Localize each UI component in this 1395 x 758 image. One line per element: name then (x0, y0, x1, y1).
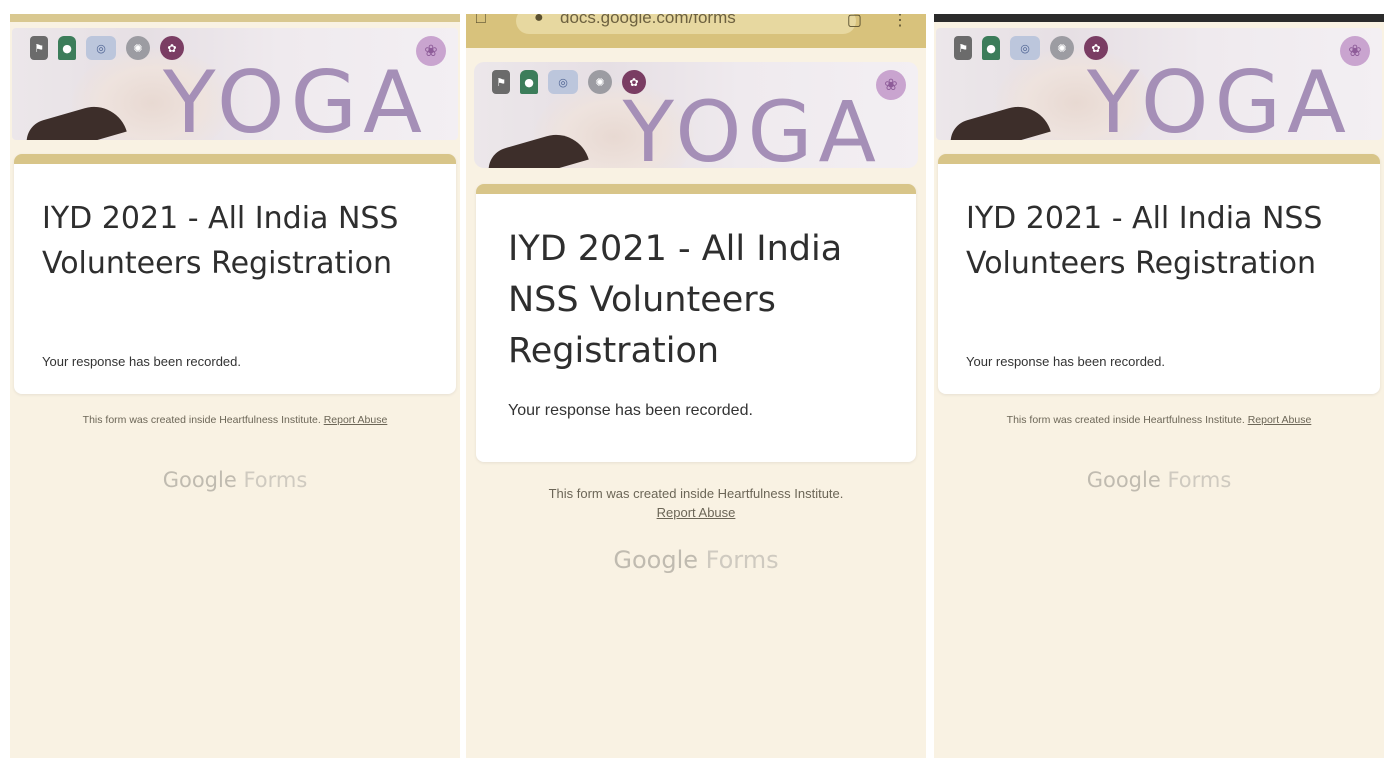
google-forms-logo[interactable]: Google Forms (466, 546, 926, 574)
more-menu-icon[interactable]: ⋮ (892, 14, 908, 30)
forms-logo-text: Forms (1167, 468, 1232, 492)
browser-url-bar[interactable]: □ ● docs.google.com/forms ▢ ⋮ (466, 14, 926, 48)
created-note: This form was created inside Heartfulnes… (82, 414, 321, 426)
logo-row: ⚑ ● ◎ ✺ ✿ (30, 36, 184, 60)
google-logo-text: Google (613, 546, 699, 574)
seal-logo-icon: ✺ (1050, 36, 1074, 60)
form-confirmation-card: IYD 2021 - All India NSS Volunteers Regi… (476, 184, 916, 462)
forms-logo-text: Forms (243, 468, 308, 492)
form-footer-note: This form was created inside Heartfulnes… (954, 412, 1364, 428)
purple-logo-icon: ✿ (622, 70, 646, 94)
un-logo-icon: ◎ (548, 70, 578, 94)
figure-logo-icon: ● (520, 70, 538, 94)
response-recorded-text: Your response has been recorded. (508, 402, 753, 419)
emblem-icon: ⚑ (492, 70, 510, 94)
phone-screenshot-middle: □ ● docs.google.com/forms ▢ ⋮ YOGA ⚑ ● ◎… (466, 14, 926, 758)
yoga-corner-logo-icon: ❀ (1340, 36, 1370, 66)
report-abuse-link[interactable]: Report Abuse (657, 505, 736, 520)
url-field[interactable]: ● docs.google.com/forms (516, 14, 856, 34)
google-logo-text: Google (1086, 468, 1161, 492)
form-title: IYD 2021 - All India NSS Volunteers Regi… (508, 229, 843, 371)
form-confirmation-card: IYD 2021 - All India NSS Volunteers Regi… (938, 154, 1380, 394)
form-footer-note: This form was created inside Heartfulnes… (30, 412, 440, 428)
report-abuse-link[interactable]: Report Abuse (1248, 414, 1312, 426)
phone-screenshot-left: YOGA ⚑ ● ◎ ✺ ✿ ❀ IYD 2021 - All India NS… (10, 14, 460, 758)
created-note: This form was created inside Heartfulnes… (548, 486, 844, 501)
tabs-icon[interactable]: ▢ (847, 14, 862, 30)
emblem-icon: ⚑ (30, 36, 48, 60)
google-logo-text: Google (162, 468, 237, 492)
un-logo-icon: ◎ (1010, 36, 1040, 60)
purple-logo-icon: ✿ (160, 36, 184, 60)
created-note: This form was created inside Heartfulnes… (1006, 414, 1245, 426)
status-bar (934, 14, 1384, 22)
emblem-icon: ⚑ (954, 36, 972, 60)
form-confirmation-card: IYD 2021 - All India NSS Volunteers Regi… (14, 154, 456, 394)
form-header-banner: YOGA ⚑ ● ◎ ✺ ✿ ❀ (12, 28, 458, 140)
logo-row: ⚑ ● ◎ ✺ ✿ (492, 70, 646, 94)
report-abuse-link[interactable]: Report Abuse (324, 414, 388, 426)
lock-icon: ● (534, 14, 544, 26)
banner-yoga-text: YOGA (1087, 53, 1352, 140)
banner-yoga-text: YOGA (163, 53, 428, 140)
form-title: IYD 2021 - All India NSS Volunteers Regi… (966, 201, 1323, 281)
home-icon[interactable]: □ (476, 14, 486, 28)
seal-logo-icon: ✺ (588, 70, 612, 94)
figure-logo-icon: ● (58, 36, 76, 60)
form-title: IYD 2021 - All India NSS Volunteers Regi… (42, 201, 399, 281)
response-recorded-text: Your response has been recorded. (966, 354, 1165, 369)
seal-logo-icon: ✺ (126, 36, 150, 60)
form-footer-note: This form was created inside Heartfulnes… (486, 484, 906, 522)
logo-row: ⚑ ● ◎ ✺ ✿ (954, 36, 1108, 60)
response-recorded-text: Your response has been recorded. (42, 354, 241, 369)
status-bar (10, 14, 460, 22)
yoga-corner-logo-icon: ❀ (876, 70, 906, 100)
figure-logo-icon: ● (982, 36, 1000, 60)
forms-logo-text: Forms (705, 546, 779, 574)
banner-yoga-text: YOGA (622, 83, 882, 168)
purple-logo-icon: ✿ (1084, 36, 1108, 60)
phone-screenshot-right: YOGA ⚑ ● ◎ ✺ ✿ ❀ IYD 2021 - All India NS… (934, 14, 1384, 758)
google-forms-logo[interactable]: Google Forms (934, 468, 1384, 492)
form-header-banner: YOGA ⚑ ● ◎ ✺ ✿ ❀ (474, 62, 918, 168)
yoga-corner-logo-icon: ❀ (416, 36, 446, 66)
google-forms-logo[interactable]: Google Forms (10, 468, 460, 492)
un-logo-icon: ◎ (86, 36, 116, 60)
form-header-banner: YOGA ⚑ ● ◎ ✺ ✿ ❀ (936, 28, 1382, 140)
url-text: docs.google.com/forms (560, 14, 736, 27)
